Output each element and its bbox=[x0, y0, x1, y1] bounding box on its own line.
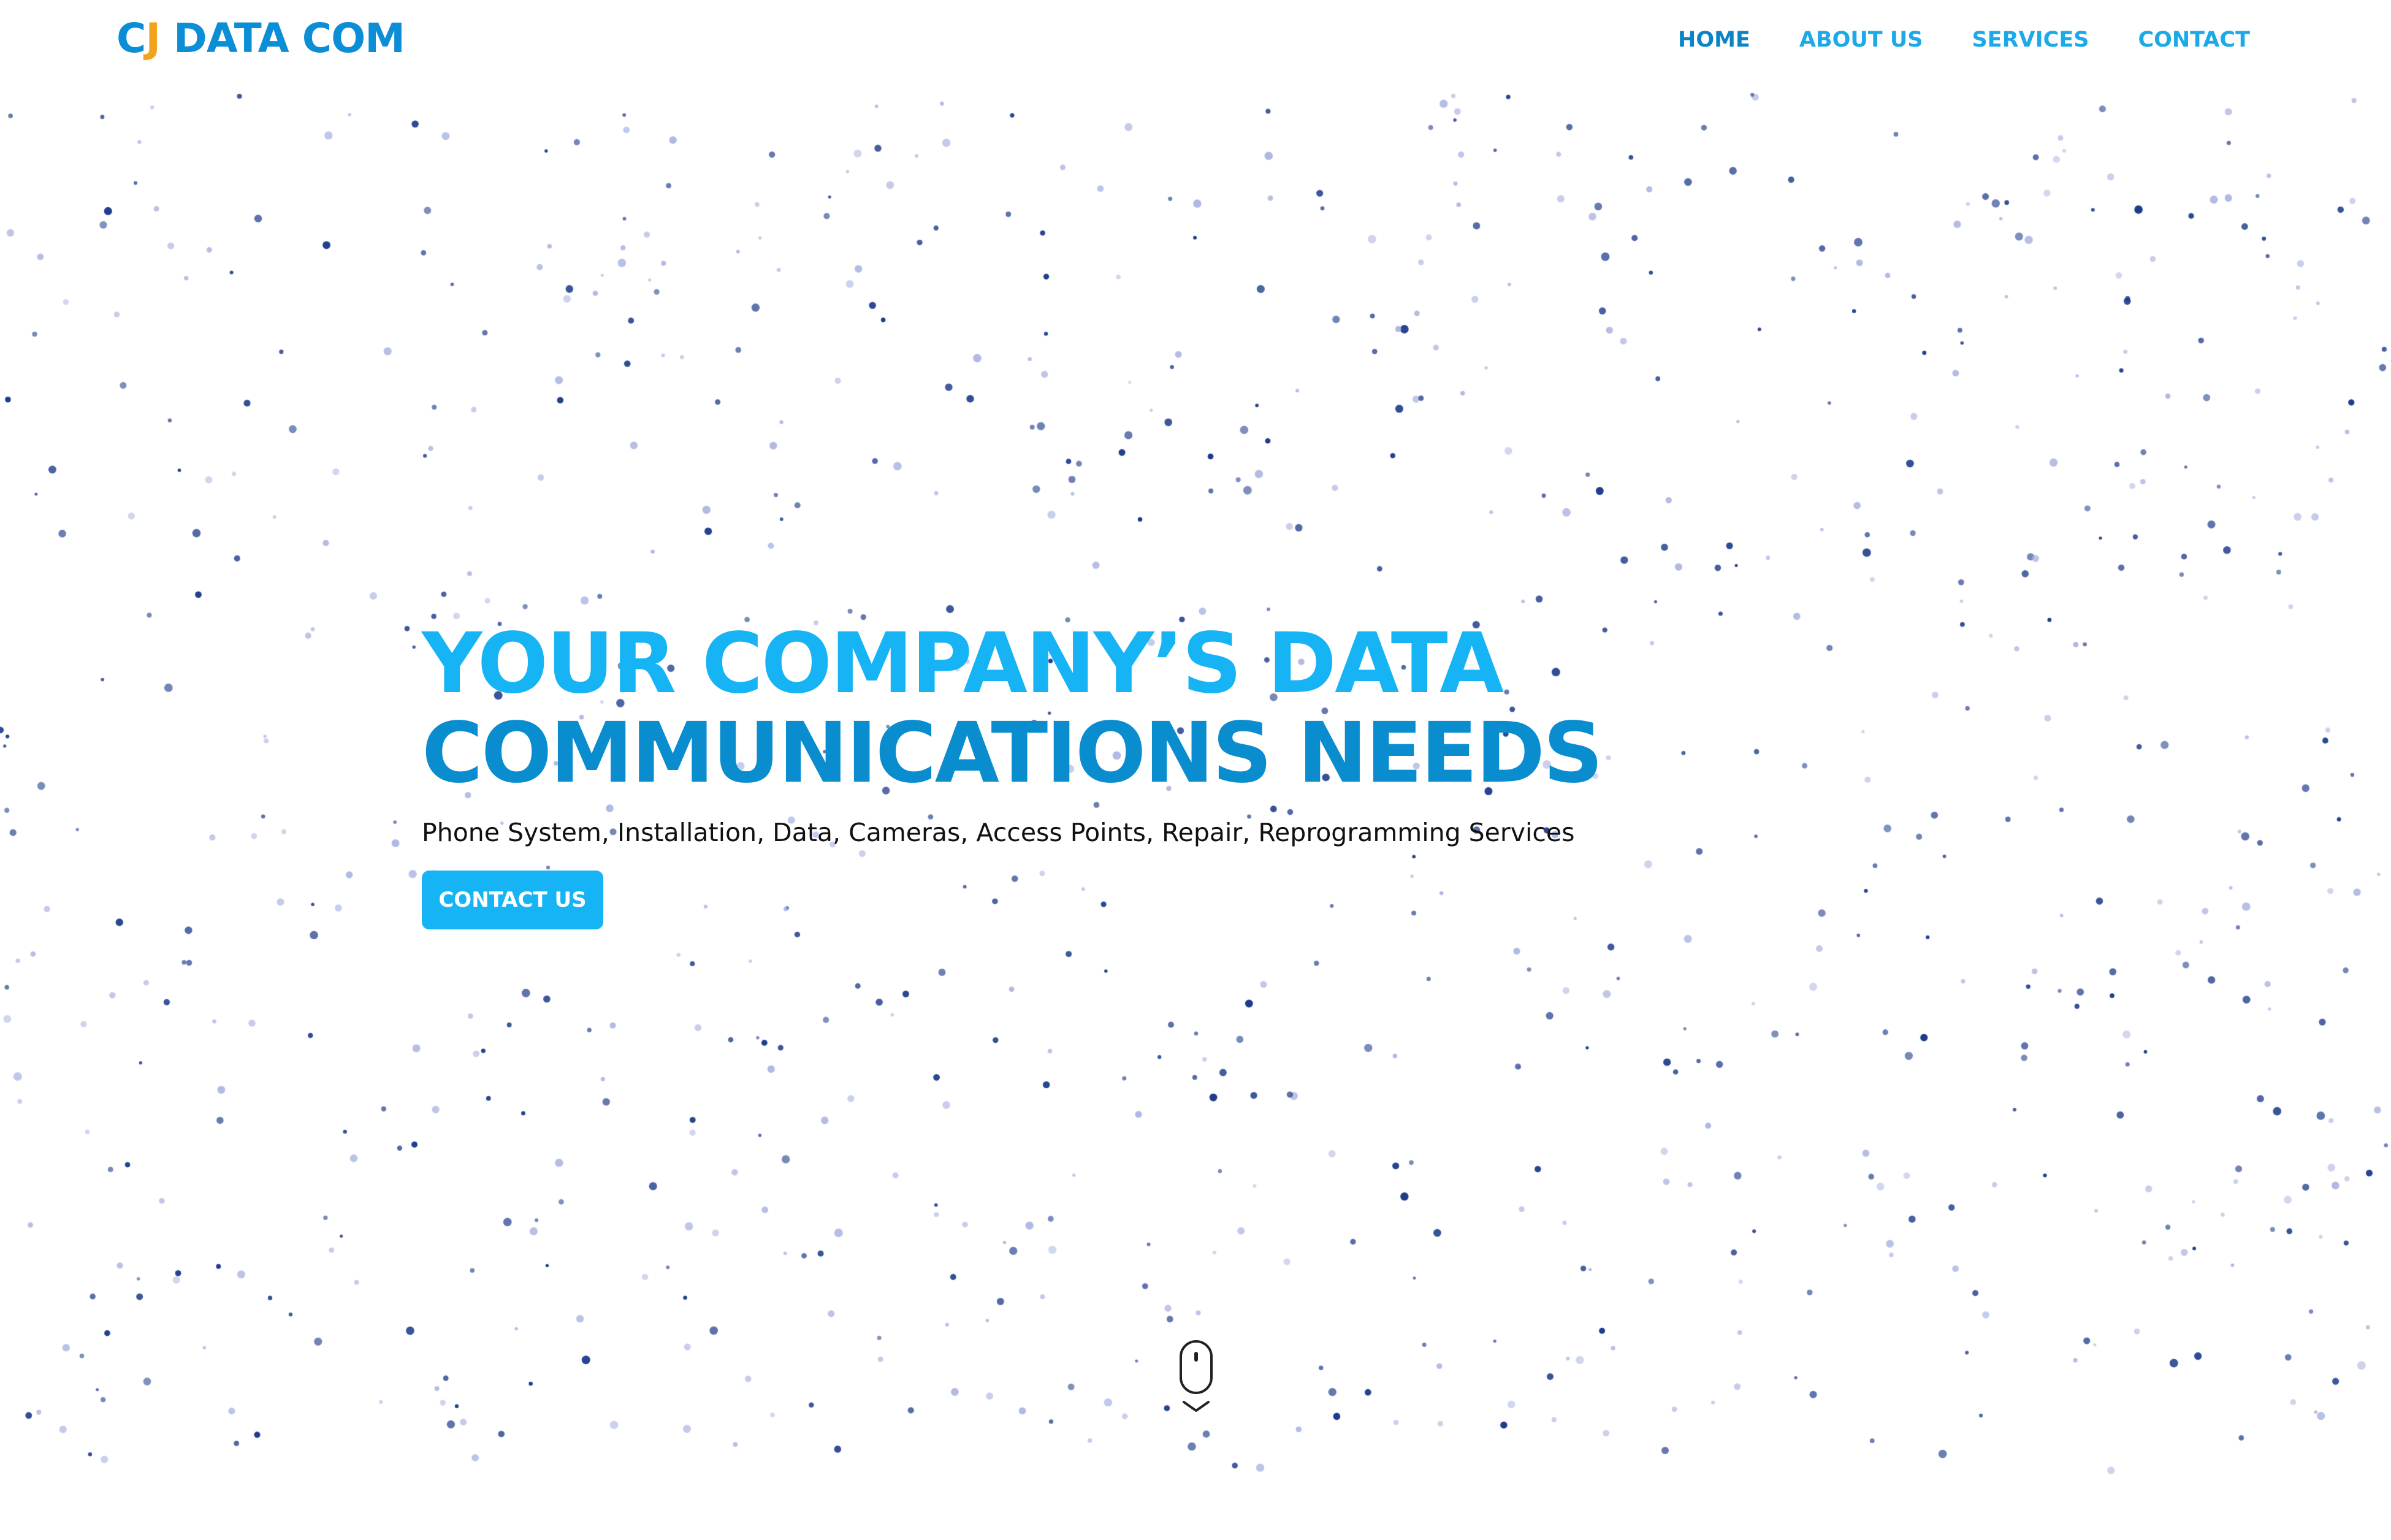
hero-section: YOUR COMPANY’S DATA COMMUNICATIONS NEEDS… bbox=[422, 616, 1603, 929]
logo-letter-c: C bbox=[116, 15, 146, 62]
contact-us-button[interactable]: CONTACT US bbox=[422, 871, 603, 929]
page: CJ DATA COM HOME ABOUT US SERVICES CONTAC… bbox=[0, 0, 2391, 1540]
hero-title-line-1: YOUR COMPANY’S DATA bbox=[422, 616, 1504, 712]
nav-item-home[interactable]: HOME bbox=[1678, 25, 1750, 55]
logo[interactable]: CJ DATA COM bbox=[116, 13, 405, 64]
hero-title-line-2: COMMUNICATIONS NEEDS bbox=[422, 705, 1603, 802]
nav-item-contact[interactable]: CONTACT bbox=[2138, 25, 2250, 55]
nav-item-about-us[interactable]: ABOUT US bbox=[1799, 25, 1923, 55]
logo-letter-j: J bbox=[145, 15, 161, 62]
logo-text: DATA COM bbox=[174, 15, 405, 62]
chevron-down-icon bbox=[1183, 1401, 1210, 1412]
scroll-indicator[interactable] bbox=[1178, 1340, 1215, 1419]
site-header: CJ DATA COM HOME ABOUT US SERVICES CONTAC… bbox=[0, 0, 2391, 80]
main-nav: HOME ABOUT US SERVICES CONTACT bbox=[1678, 25, 2250, 55]
hero-title: YOUR COMPANY’S DATA COMMUNICATIONS NEEDS bbox=[422, 616, 1603, 802]
nav-item-services[interactable]: SERVICES bbox=[1972, 25, 2089, 55]
hero-subtitle: Phone System, Installation, Data, Camera… bbox=[422, 818, 1575, 847]
mouse-scroll-icon bbox=[1180, 1340, 1213, 1394]
